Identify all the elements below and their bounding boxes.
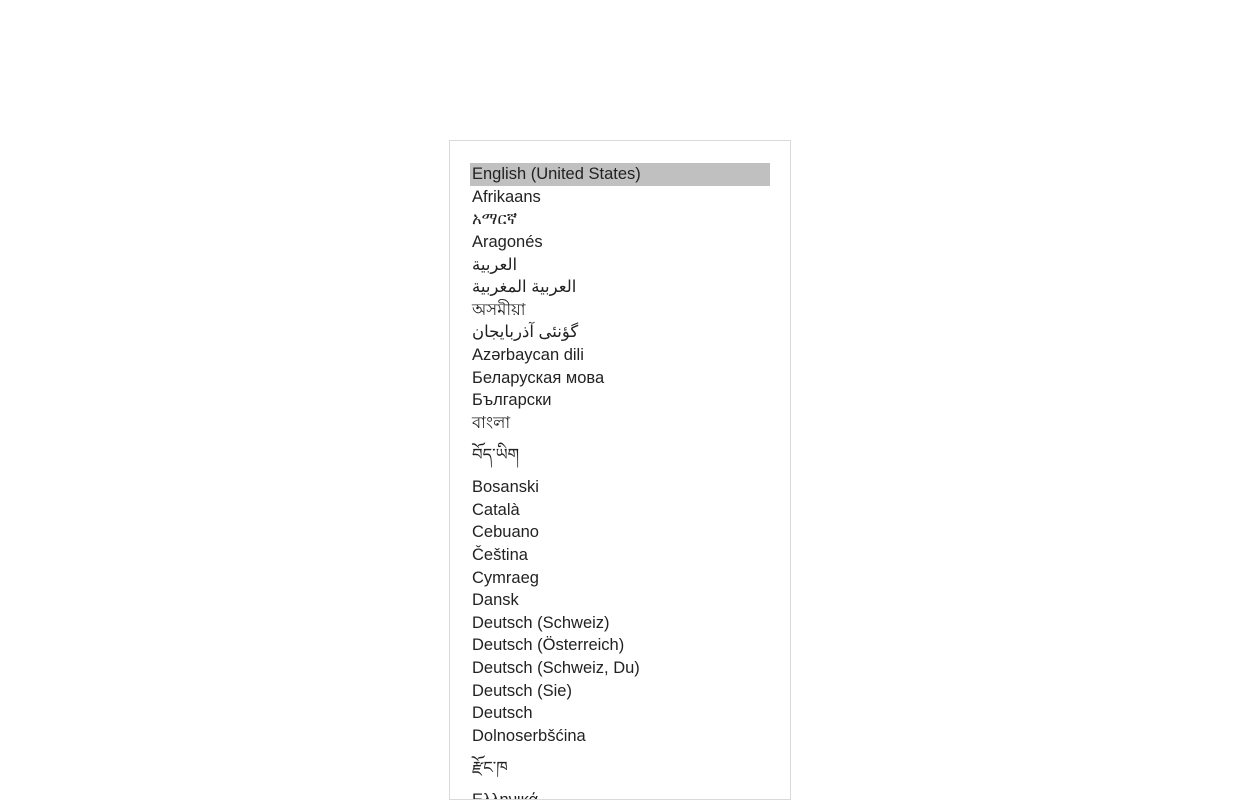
language-listbox[interactable]: English (United States) Afrikaans አማርኛ A… [470,163,770,799]
language-option[interactable]: አማርኛ [470,208,770,231]
language-option[interactable]: العربية [470,254,770,277]
language-option[interactable]: Deutsch [470,702,770,725]
language-option[interactable]: Deutsch (Österreich) [470,634,770,657]
language-option[interactable]: Ελληνικά [470,789,770,799]
language-option[interactable]: Deutsch (Schweiz) [470,612,770,635]
language-option[interactable]: English (United States) [470,163,770,186]
language-option[interactable]: العربية المغربية [470,276,770,299]
language-option[interactable]: Беларуская мова [470,367,770,390]
language-option[interactable]: Azərbaycan dili [470,344,770,367]
language-option[interactable]: རྫོང་ཁ [470,748,770,790]
language-option[interactable]: Dolnoserbšćina [470,725,770,748]
language-option[interactable]: Čeština [470,544,770,567]
language-option[interactable]: Català [470,499,770,522]
language-option[interactable]: Deutsch (Schweiz, Du) [470,657,770,680]
language-option[interactable]: Cymraeg [470,567,770,590]
language-option[interactable]: Deutsch (Sie) [470,680,770,703]
language-option[interactable]: گؤنئی آذربایجان [470,321,770,344]
language-option[interactable]: Bosanski [470,476,770,499]
language-option[interactable]: Cebuano [470,521,770,544]
language-option[interactable]: Български [470,389,770,412]
language-option[interactable]: Dansk [470,589,770,612]
language-option[interactable]: বাংলা [470,412,770,435]
language-option[interactable]: བོད་ཡིག [470,435,770,477]
language-selector-panel: English (United States) Afrikaans አማርኛ A… [449,140,791,800]
language-option[interactable]: অসমীয়া [470,299,770,322]
language-option[interactable]: Afrikaans [470,186,770,209]
language-option[interactable]: Aragonés [470,231,770,254]
